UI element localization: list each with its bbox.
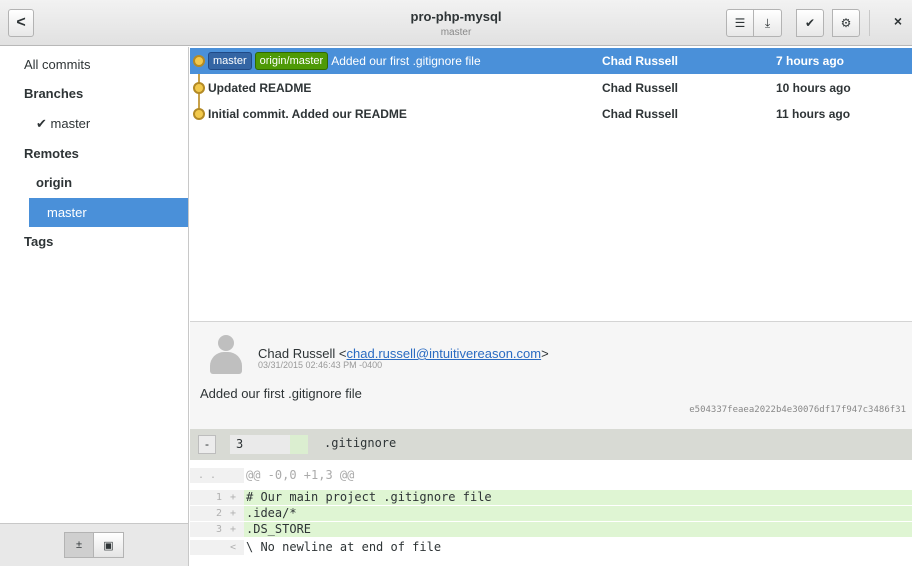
diff-line-text: .DS_STORE — [244, 522, 912, 537]
collapse-file-button[interactable]: - — [198, 435, 216, 454]
checkmark-icon: ✔ — [804, 16, 816, 30]
download-button[interactable]: ⤓ — [754, 9, 782, 37]
commit-author: Chad Russell — [602, 81, 679, 95]
settings-toolbar: ⚙ — [832, 9, 860, 37]
commit-message: Initial commit. Added our README — [208, 107, 407, 121]
author-bracket: > — [541, 346, 549, 361]
commit-date: 7 hours ago — [776, 54, 845, 68]
diff-gutter: 3 + — [190, 522, 244, 537]
diff-gutter: . . — [190, 468, 244, 483]
view-mode-toggle: ± ▣ — [64, 532, 124, 558]
staging-mode-button[interactable]: ▣ — [94, 532, 124, 558]
commit-row[interactable]: Initial commit. Added our README Chad Ru… — [190, 101, 912, 127]
diff-line-added: 2 + .idea/* — [190, 506, 912, 521]
diff-file-header: - 3 .gitignore — [190, 429, 912, 460]
avatar — [208, 335, 244, 375]
commit-node-icon — [193, 55, 205, 67]
sidebar-item-remote-master[interactable]: master — [29, 198, 188, 227]
commit-button[interactable]: ✔ — [796, 9, 824, 37]
close-button[interactable]: × — [894, 13, 902, 29]
list-icon: ☰ — [734, 16, 746, 30]
diff-line-text: .idea/* — [244, 506, 912, 521]
diff-line-added: 1 + # Our main project .gitignore file — [190, 490, 912, 505]
hunk-gutter-dots: . . — [198, 470, 217, 481]
commit-toolbar: ✔ — [796, 9, 824, 37]
commit-sha: e504337feaea2022b4e30076df17f947c3486f31 — [689, 405, 906, 415]
commit-message: Added our first .gitignore file — [331, 54, 481, 68]
download-icon: ⤓ — [764, 15, 771, 30]
line-mark: + — [230, 524, 237, 535]
sidebar-item-branch-master[interactable]: ✔ master — [0, 109, 188, 138]
history-mode-button[interactable]: ± — [64, 532, 94, 558]
line-mark: + — [230, 508, 237, 519]
branch-tag-local[interactable]: master — [208, 52, 252, 70]
gear-icon: ⚙ — [840, 16, 852, 30]
line-mark: < — [230, 542, 237, 553]
commit-row[interactable]: Updated README Chad Russell 10 hours ago — [190, 75, 912, 101]
diff-gutter: < — [190, 540, 244, 555]
history-icon: ± — [75, 539, 83, 551]
commit-node-icon — [193, 108, 205, 120]
diff-filename: .gitignore — [324, 436, 397, 450]
sidebar-heading-branches[interactable]: Branches — [0, 79, 188, 108]
diff-gutter: 2 + — [190, 506, 244, 521]
sidebar-item-all-commits[interactable]: All commits — [0, 50, 188, 79]
back-button[interactable]: < — [8, 9, 34, 37]
commit-row[interactable]: master origin/master Added our first .giti… — [190, 48, 912, 74]
commit-timestamp: 03/31/2015 02:46:43 PM -0400 — [258, 360, 383, 370]
sidebar-heading-tags[interactable]: Tags — [0, 227, 188, 256]
diff-line-nonewline: < \ No newline at end of file — [190, 540, 912, 555]
toolbar-group: ☰ ⤓ — [726, 9, 782, 37]
back-icon: < — [16, 14, 26, 31]
line-number: 2 — [216, 508, 223, 519]
close-icon: × — [893, 13, 902, 29]
commit-message: Updated README — [208, 81, 312, 95]
header-separator — [869, 10, 870, 36]
repo-title: pro-php-mysql — [410, 9, 502, 24]
branch-subtitle: master — [440, 27, 472, 38]
commit-details: Chad Russell <chad.russell@intuitivereas… — [190, 321, 912, 429]
sidebar: All commits Branches ✔ master Remotes or… — [0, 47, 189, 523]
author-email-link[interactable]: chad.russell@intuitivereason.com — [347, 346, 542, 361]
diff-stat: 3 — [230, 435, 308, 454]
line-mark: + — [230, 492, 237, 503]
sidebar-item-remote-origin[interactable]: origin — [0, 168, 188, 197]
commit-author: Chad Russell — [602, 107, 679, 121]
branch-tag-remote[interactable]: origin/master — [254, 52, 329, 70]
commit-node-icon — [193, 82, 205, 94]
hunk-text: @@ -0,0 +1,3 @@ — [246, 468, 355, 482]
diff-line-text: # Our main project .gitignore file — [244, 490, 912, 505]
diff-view: . . @@ -0,0 +1,3 @@ 1 + # Our main projec… — [190, 460, 912, 566]
settings-button[interactable]: ⚙ — [832, 9, 860, 37]
diff-line-text: \ No newline at end of file — [246, 540, 442, 554]
line-number: 1 — [216, 492, 223, 503]
diff-line-added: 3 + .DS_STORE — [190, 522, 912, 537]
sidebar-heading-remotes[interactable]: Remotes — [0, 139, 188, 168]
added-count: 3 — [236, 437, 244, 451]
commit-list: master origin/master Added our first .giti… — [190, 47, 912, 321]
commit-message-cell: master origin/master Added our first .giti… — [208, 48, 481, 74]
author-name: Chad Russell < — [258, 346, 347, 361]
author-line: Chad Russell <chad.russell@intuitivereas… — [258, 346, 549, 361]
header-bar: < pro-php-mysql master ☰ ⤓ ✔ ⚙ × — [0, 0, 912, 46]
diff-gutter: 1 + — [190, 490, 244, 505]
list-view-button[interactable]: ☰ — [726, 9, 754, 37]
commit-subject: Added our first .gitignore file — [200, 386, 362, 401]
commit-author: Chad Russell — [602, 54, 679, 68]
commit-date: 11 hours ago — [776, 107, 851, 121]
diff-hunk-header: . . @@ -0,0 +1,3 @@ — [190, 468, 912, 483]
sidebar-footer: ± ▣ — [0, 523, 189, 566]
staging-icon: ▣ — [103, 539, 114, 552]
commit-date: 10 hours ago — [776, 81, 851, 95]
diff-stat-bar — [290, 435, 308, 454]
line-number: 3 — [216, 524, 223, 535]
